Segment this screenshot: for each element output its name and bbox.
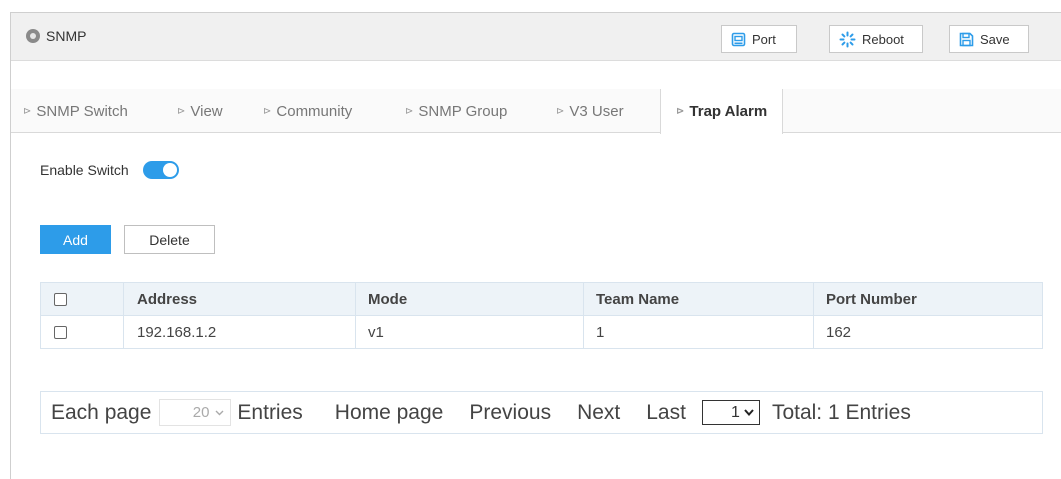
panel-header: SNMP Port Reboot Save — [11, 13, 1061, 61]
tab-label: View — [190, 102, 223, 120]
next-link[interactable]: Next — [577, 401, 620, 425]
chevron-down-icon — [744, 409, 754, 416]
tab-label: Trap Alarm — [689, 103, 768, 120]
chevron-right-icon: ⊳ — [676, 106, 685, 117]
entries-label: Entries — [237, 400, 303, 424]
row-checkbox[interactable] — [54, 326, 67, 340]
cell-address: 192.168.1.2 — [123, 315, 356, 349]
tab-label: SNMP Group — [418, 102, 508, 120]
page-size-value: 20 — [192, 404, 210, 421]
total-entries-label: Total: 1 Entries — [771, 400, 911, 424]
save-icon — [959, 32, 974, 46]
column-header-port-number: Port Number — [813, 282, 1043, 316]
tab-label: V3 User — [569, 102, 624, 120]
chevron-right-icon: ⊳ — [23, 105, 32, 117]
column-header-team-name: Team Name — [583, 282, 814, 316]
tab-v3-user[interactable]: ⊳ V3 User — [556, 89, 624, 133]
reboot-button[interactable]: Reboot — [829, 25, 923, 53]
enable-switch-toggle[interactable] — [142, 161, 179, 179]
enable-switch-label: Enable Switch — [40, 162, 129, 178]
tab-community[interactable]: ⊳ Community — [263, 89, 352, 133]
chevron-right-icon: ⊳ — [177, 105, 186, 117]
panel-title: SNMP — [46, 28, 87, 44]
trap-table: Address Mode Team Name Port Number 192.1… — [40, 282, 1043, 349]
pagination-bar: Each page 20 Entries Home page Previous … — [40, 391, 1043, 434]
previous-link[interactable]: Previous — [469, 401, 551, 425]
last-link[interactable]: Last — [646, 401, 686, 425]
cell-port-number: 162 — [813, 315, 1043, 349]
table-row: 192.168.1.2 v1 1 162 — [40, 315, 1043, 349]
chevron-right-icon: ⊳ — [556, 105, 565, 117]
tab-snmp-switch[interactable]: ⊳ SNMP Switch — [23, 89, 128, 133]
select-all-cell — [40, 282, 124, 316]
column-header-address: Address — [123, 282, 356, 316]
select-all-checkbox[interactable] — [54, 293, 67, 307]
port-button-label: Port — [752, 31, 776, 47]
home-page-link[interactable]: Home page — [335, 401, 444, 425]
tab-view[interactable]: ⊳ View — [177, 89, 223, 133]
chevron-right-icon: ⊳ — [405, 105, 414, 117]
enable-switch-row: Enable Switch — [40, 161, 179, 179]
tab-label: SNMP Switch — [36, 102, 128, 120]
table-header-row: Address Mode Team Name Port Number — [40, 282, 1043, 316]
port-icon — [731, 32, 746, 46]
chevron-down-icon — [215, 410, 224, 415]
tab-label: Community — [276, 102, 353, 120]
row-select-cell — [40, 315, 124, 349]
chevron-right-icon: ⊳ — [263, 105, 272, 117]
reboot-icon — [839, 31, 856, 47]
cell-team-name: 1 — [583, 315, 814, 349]
port-button[interactable]: Port — [721, 25, 797, 53]
column-header-mode: Mode — [355, 282, 584, 316]
each-page-label: Each page — [51, 400, 152, 424]
add-button[interactable]: Add — [40, 225, 111, 254]
toggle-knob — [162, 163, 177, 177]
delete-button[interactable]: Delete — [124, 225, 215, 254]
snmp-panel: SNMP Port Reboot Save ⊳ SNMP Switch ⊳ Vi… — [10, 12, 1061, 479]
save-button[interactable]: Save — [949, 25, 1029, 53]
tab-snmp-group[interactable]: ⊳ SNMP Group — [405, 89, 507, 133]
tab-bar: ⊳ SNMP Switch ⊳ View ⊳ Community ⊳ SNMP … — [11, 89, 1061, 134]
save-button-label: Save — [980, 31, 1010, 47]
page-number-select[interactable]: 1 — [701, 400, 760, 425]
tab-trap-alarm[interactable]: ⊳ Trap Alarm — [660, 89, 784, 134]
panel-title-wrap: SNMP — [26, 28, 86, 44]
settings-dot-icon — [26, 29, 40, 43]
page-size-select[interactable]: 20 — [159, 399, 232, 426]
reboot-button-label: Reboot — [862, 31, 904, 47]
page-number-value: 1 — [731, 403, 740, 421]
cell-mode: v1 — [355, 315, 584, 349]
